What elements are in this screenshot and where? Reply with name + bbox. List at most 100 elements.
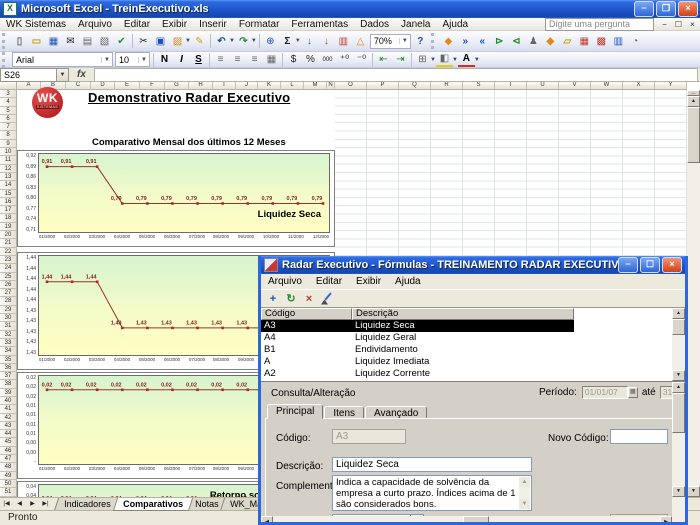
dialog-close-button[interactable]: × <box>662 257 682 273</box>
list-item[interactable]: B1Endividamento <box>261 344 685 356</box>
row-header-33[interactable]: 33 <box>0 339 17 347</box>
row-header-6[interactable]: 6 <box>0 115 17 123</box>
font-name-combo[interactable]: Arial▼ <box>12 52 113 67</box>
wk-detail-left-icon[interactable]: ⊲ <box>508 33 525 49</box>
row-header-47[interactable]: 47 <box>0 455 17 463</box>
row-header-10[interactable]: 10 <box>0 148 17 156</box>
zoom-combo[interactable]: 70%▼ <box>370 34 411 49</box>
row-header-51[interactable]: 51 <box>0 488 17 496</box>
align-left-icon[interactable]: ≡ <box>212 53 229 66</box>
italic-button[interactable]: I <box>173 53 190 66</box>
list-scroll-up-icon[interactable]: ▲ <box>672 308 685 319</box>
autosum-icon[interactable]: Σ <box>279 33 296 49</box>
column-header-J[interactable]: J <box>236 82 258 90</box>
decrease-decimal-icon[interactable]: ⁻⁰ <box>353 53 370 66</box>
column-header-U[interactable]: U <box>527 82 559 90</box>
row-header-9[interactable]: 9 <box>0 140 17 148</box>
row-header-24[interactable]: 24 <box>0 264 17 272</box>
menu-item-editar[interactable]: Editar <box>118 19 156 30</box>
menu-item-exibir[interactable]: Exibir <box>156 19 193 30</box>
complemento-field[interactable]: Indica a capacidade de solvência da empr… <box>332 475 532 511</box>
row-header-42[interactable]: 42 <box>0 414 17 422</box>
row-header-44[interactable]: 44 <box>0 430 17 438</box>
help-icon[interactable]: ? <box>412 33 429 49</box>
dialog-vertical-scrollbar[interactable]: ▲ ▼ <box>672 382 685 525</box>
column-header-C[interactable]: C <box>66 82 91 90</box>
tab-principal[interactable]: Principal <box>267 404 323 419</box>
menu-item-janela[interactable]: Janela <box>395 19 436 30</box>
row-header-25[interactable]: 25 <box>0 273 17 281</box>
complemento-scrollbar[interactable]: ▲ ▼ <box>519 477 530 509</box>
increase-indent-icon[interactable]: ⇥ <box>392 53 409 66</box>
scroll-down-icon[interactable]: ▼ <box>672 486 685 497</box>
row-header-29[interactable]: 29 <box>0 306 17 314</box>
delete-icon[interactable]: × <box>300 291 318 306</box>
doc-close-button[interactable]: × <box>686 19 699 30</box>
column-header-S[interactable]: S <box>463 82 495 90</box>
column-header-K[interactable]: K <box>258 82 281 90</box>
new-document-icon[interactable]: ▯ <box>11 33 28 49</box>
prev-sheet-icon[interactable]: ◀ <box>13 498 26 510</box>
row-header-38[interactable]: 38 <box>0 380 17 388</box>
row-header-50[interactable]: 50 <box>0 480 17 488</box>
close-button[interactable]: × <box>678 1 698 17</box>
underline-button[interactable]: S <box>190 53 207 66</box>
menu-item-inserir[interactable]: Inserir <box>193 19 233 30</box>
name-box-dropdown-icon[interactable]: ▼ <box>57 68 69 82</box>
wk-detail-right-icon[interactable]: ⊳ <box>491 33 508 49</box>
menu-item-arquivo[interactable]: Arquivo <box>72 19 118 30</box>
currency-icon[interactable]: $ <box>285 53 302 66</box>
row-header-14[interactable]: 14 <box>0 181 17 189</box>
row-header-36[interactable]: 36 <box>0 364 17 372</box>
open-folder-icon[interactable]: ▭ <box>28 33 45 49</box>
wk-clock-icon[interactable]: ◔ <box>627 33 644 49</box>
column-header-Y[interactable]: Y <box>655 82 687 90</box>
menu-item-ajuda[interactable]: Ajuda <box>436 19 474 30</box>
row-header-31[interactable]: 31 <box>0 322 17 330</box>
formula-input[interactable] <box>94 68 698 82</box>
row-header-8[interactable]: 8 <box>0 131 17 139</box>
list-item[interactable]: A3Liquidez Seca <box>261 320 574 332</box>
scroll-down-icon[interactable]: ▼ <box>687 486 700 497</box>
calendar-icon[interactable]: ▦ <box>628 387 638 398</box>
align-right-icon[interactable]: ≡ <box>246 53 263 66</box>
list-column-descricao[interactable]: Descrição <box>352 308 574 320</box>
row-header-16[interactable]: 16 <box>0 198 17 206</box>
row-header-48[interactable]: 48 <box>0 463 17 471</box>
column-header-N[interactable]: N <box>327 82 335 90</box>
redo-icon[interactable]: ↷ <box>235 33 252 49</box>
row-header-23[interactable]: 23 <box>0 256 17 264</box>
row-header-37[interactable]: 37 <box>0 372 17 380</box>
drawing-icon[interactable]: △ <box>352 33 369 49</box>
column-header-G[interactable]: G <box>165 82 189 90</box>
wk-sheet-icon[interactable]: ▩ <box>593 33 610 49</box>
line-chart-liquidez-seca[interactable]: 0,920,890,860,830,800,770,740,710,910,91… <box>17 150 335 247</box>
undo-icon[interactable]: ↶ <box>213 33 230 49</box>
column-header-R[interactable]: R <box>431 82 463 90</box>
row-header-4[interactable]: 4 <box>0 98 17 106</box>
font-size-combo[interactable]: 10▼ <box>115 52 150 67</box>
scroll-down-icon[interactable]: ▼ <box>519 499 530 509</box>
novo-codigo-field[interactable] <box>610 429 668 444</box>
chart-wizard-icon[interactable]: ▥ <box>335 33 352 49</box>
column-header-Q[interactable]: Q <box>399 82 431 90</box>
clean-broom-icon[interactable] <box>318 291 336 306</box>
dialog-menu-item-ajuda[interactable]: Ajuda <box>388 276 428 287</box>
chevron-down-icon[interactable]: ▼ <box>251 38 257 44</box>
column-header-O[interactable]: O <box>335 82 367 90</box>
dialog-menu-item-exibir[interactable]: Exibir <box>349 276 388 287</box>
next-sheet-icon[interactable]: ▶ <box>26 498 39 510</box>
scroll-thumb[interactable] <box>672 393 685 433</box>
font-color-icon[interactable]: A <box>458 52 475 67</box>
percent-icon[interactable]: % <box>302 53 319 66</box>
list-column-codigo[interactable]: Código <box>261 308 352 320</box>
menu-item-wk-sistemas[interactable]: WK Sistemas <box>0 19 72 30</box>
descricao-field[interactable]: Liquidez Seca <box>332 457 532 472</box>
row-header-40[interactable]: 40 <box>0 397 17 405</box>
column-header-V[interactable]: V <box>559 82 591 90</box>
list-item[interactable]: A4Liquidez Geral <box>261 332 685 344</box>
mail-icon[interactable]: ✉ <box>62 33 79 49</box>
add-icon[interactable]: + <box>264 291 282 306</box>
scroll-up-icon[interactable]: ▲ <box>519 477 530 487</box>
insert-function-icon[interactable]: fx <box>69 69 94 80</box>
